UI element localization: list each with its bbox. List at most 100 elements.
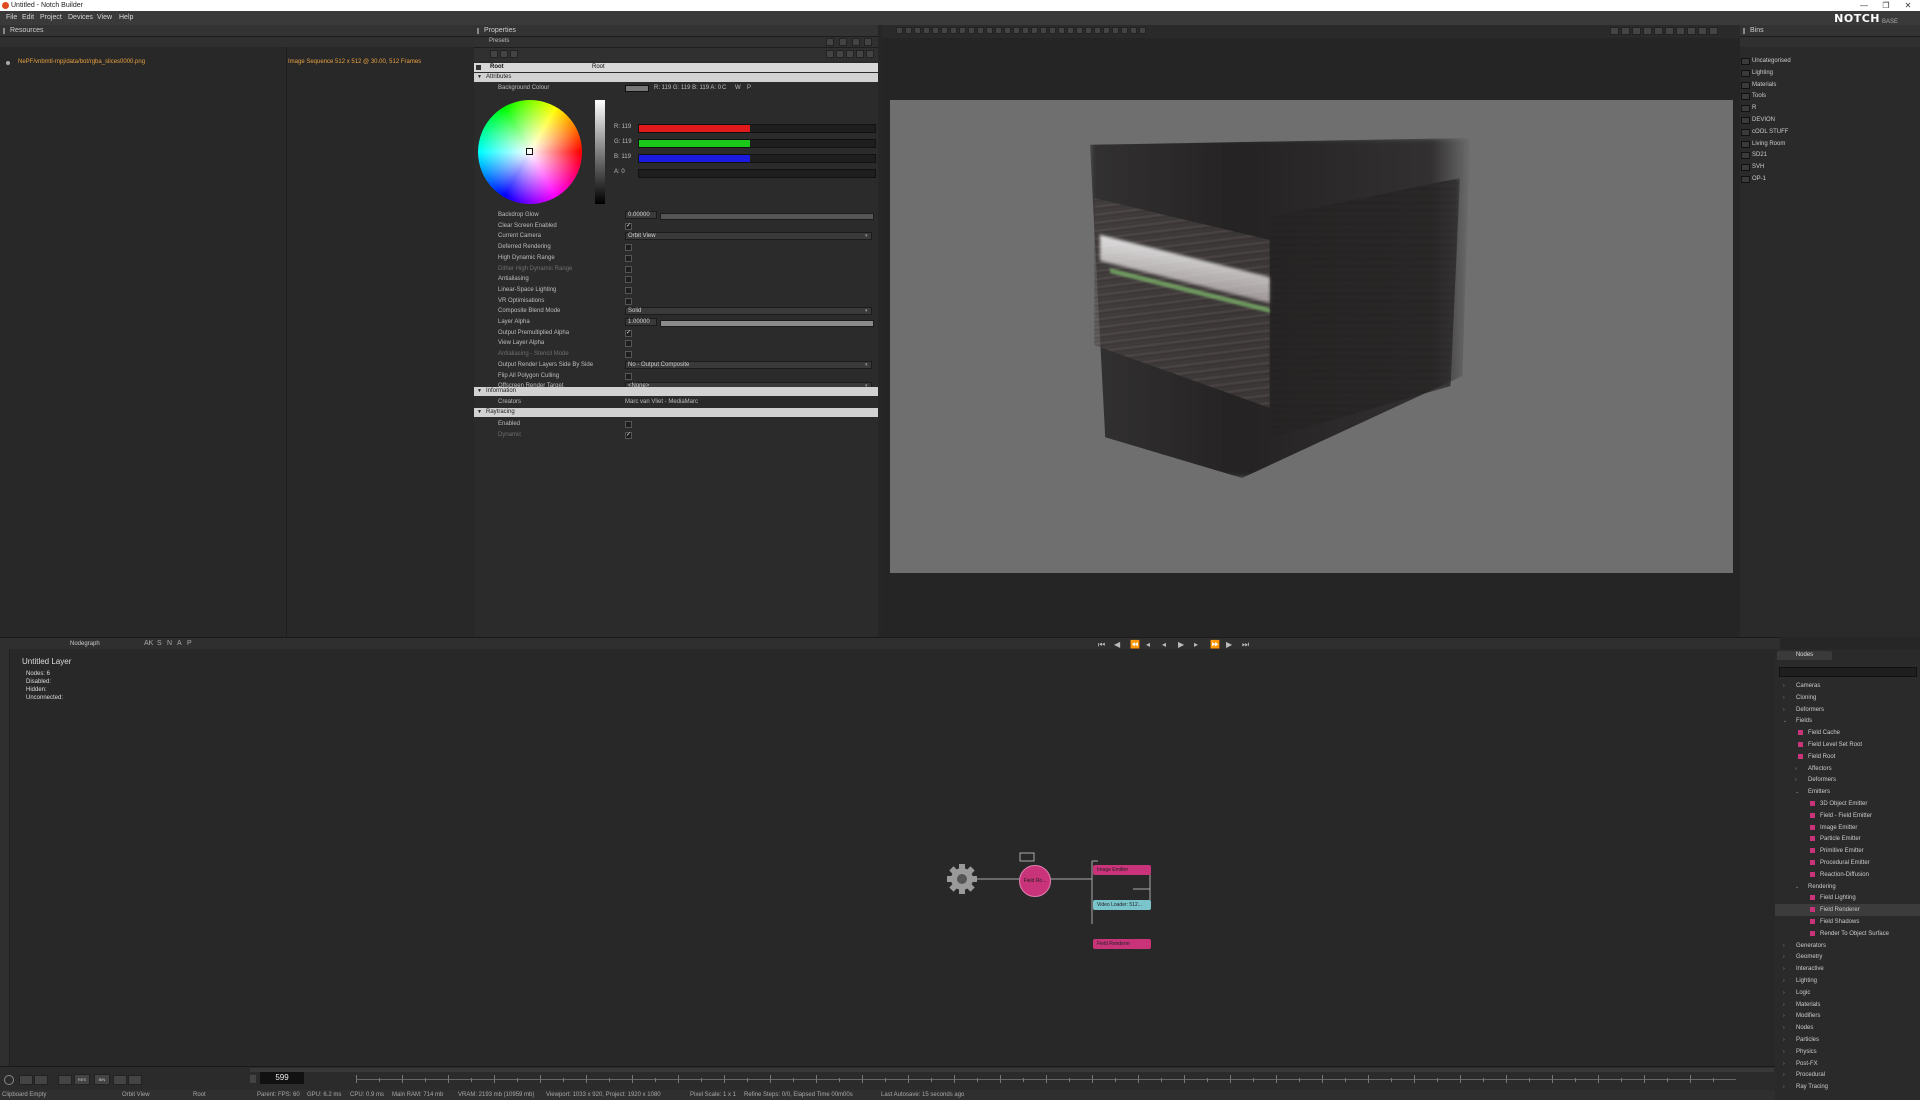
- node-tree-item[interactable]: Field Shadows: [1775, 916, 1920, 928]
- expand-icon[interactable]: ›: [1783, 940, 1785, 952]
- tab-nodes[interactable]: Nodes: [1777, 651, 1832, 660]
- expand-icon[interactable]: ›: [1783, 1046, 1785, 1058]
- nodegraph-canvas[interactable]: Untitled Layer Nodes: 6 Disabled: Hidden…: [0, 649, 1775, 1066]
- viewport-tool-icon[interactable]: [914, 27, 921, 34]
- property-checkbox[interactable]: [625, 221, 632, 231]
- menu-view[interactable]: View: [97, 11, 112, 25]
- timeline-btn-1[interactable]: [19, 1075, 33, 1085]
- nodes-search-input[interactable]: [1779, 667, 1917, 677]
- expand-icon[interactable]: ›: [1783, 692, 1785, 704]
- presets-label[interactable]: Presets: [489, 38, 509, 44]
- bin-item[interactable]: Living Room: [1740, 138, 1785, 150]
- timeline-btn-4[interactable]: [113, 1075, 127, 1085]
- expand-icon[interactable]: ›: [1783, 951, 1785, 963]
- viewport-tool-icon[interactable]: [896, 27, 903, 34]
- brightness-bar[interactable]: [595, 100, 605, 204]
- node-tree-item[interactable]: ⌄ Fields: [1775, 715, 1920, 727]
- colour-btn-p[interactable]: P: [747, 83, 751, 93]
- viewport-option-icon[interactable]: [1654, 27, 1663, 35]
- viewport-tool-icon[interactable]: [1130, 27, 1137, 34]
- node-tree-item[interactable]: Render To Object Surface: [1775, 928, 1920, 940]
- help-icon[interactable]: [866, 50, 874, 58]
- information-section[interactable]: Information: [474, 387, 878, 396]
- viewport-tool-icon[interactable]: [986, 27, 993, 34]
- viewport-option-icon[interactable]: [1698, 27, 1707, 35]
- root-toggle-icon[interactable]: [476, 65, 481, 70]
- node-tree-item[interactable]: › Logic: [1775, 987, 1920, 999]
- property-number-field[interactable]: 1.00000: [625, 318, 657, 326]
- viewport-tool-icon[interactable]: [1094, 27, 1101, 34]
- root-node[interactable]: [946, 863, 978, 895]
- colour-wheel[interactable]: [478, 100, 582, 204]
- node-tree-item[interactable]: Primitive Emitter: [1775, 845, 1920, 857]
- viewport-tool-icon[interactable]: [1067, 27, 1074, 34]
- viewport-tool-icon[interactable]: [1112, 27, 1119, 34]
- viewport[interactable]: [882, 38, 1740, 637]
- property-select[interactable]: Orbit View: [625, 232, 872, 241]
- channel-slider[interactable]: [638, 139, 876, 148]
- channel-slider[interactable]: [638, 154, 876, 163]
- collapse-icon[interactable]: ⌄: [1795, 881, 1799, 893]
- node-tree-item[interactable]: › Physics: [1775, 1046, 1920, 1058]
- record-icon[interactable]: [4, 1075, 14, 1085]
- expand-icon[interactable]: ›: [1783, 999, 1785, 1011]
- bin-item[interactable]: Lighting: [1740, 67, 1773, 79]
- node-tree-item[interactable]: › Cameras: [1775, 680, 1920, 692]
- bin-item[interactable]: SVH: [1740, 161, 1764, 173]
- node-tree-item[interactable]: Field Renderer: [1775, 904, 1920, 917]
- viewport-tool-icon[interactable]: [932, 27, 939, 34]
- node-tree-item[interactable]: Field Cache: [1775, 727, 1920, 739]
- refresh-icon[interactable]: [864, 38, 872, 46]
- res-button[interactable]: RES: [74, 1074, 90, 1085]
- node-tree-item[interactable]: › Particles: [1775, 1034, 1920, 1046]
- filter-icon[interactable]: [490, 50, 498, 58]
- viewport-tool-icon[interactable]: [1076, 27, 1083, 34]
- viewport-option-icon[interactable]: [1632, 27, 1641, 35]
- bin-item[interactable]: Uncategorised: [1741, 55, 1791, 67]
- menu-help[interactable]: Help: [119, 11, 133, 25]
- node-tree-item[interactable]: › Modifiers: [1775, 1010, 1920, 1022]
- node-tree-item[interactable]: Reaction-Diffusion: [1775, 869, 1920, 881]
- node-tree-item[interactable]: › Generators: [1775, 940, 1920, 952]
- pin-icon[interactable]: [826, 38, 834, 46]
- transport-icon[interactable]: ▶: [1226, 640, 1232, 649]
- bin-item[interactable]: R: [1740, 102, 1756, 114]
- timeline-btn-5[interactable]: [128, 1075, 142, 1085]
- menu-devices[interactable]: Devices: [68, 11, 93, 25]
- node-tree-item[interactable]: › Interactive: [1775, 963, 1920, 975]
- node-tree-item[interactable]: › Ray Tracing: [1775, 1081, 1920, 1093]
- expand-icon[interactable]: ›: [1783, 963, 1785, 975]
- video-loader-node[interactable]: Video Loader: 512...: [1093, 900, 1151, 910]
- transport-icon[interactable]: ◂: [1162, 640, 1166, 649]
- expand-icon[interactable]: ›: [1783, 987, 1785, 999]
- viewport-option-icon[interactable]: [1676, 27, 1685, 35]
- field-renderer-node[interactable]: Field Renderer: [1093, 939, 1151, 949]
- raytracing-checkbox[interactable]: [625, 421, 632, 428]
- property-checkbox[interactable]: [625, 340, 632, 348]
- menu-project[interactable]: Project: [40, 11, 62, 25]
- bin-item[interactable]: cOOL STUFF: [1740, 126, 1788, 138]
- image-emitter-node[interactable]: Image Emitter: [1093, 865, 1151, 875]
- bin-item[interactable]: Materials: [1740, 79, 1776, 91]
- viewport-tool-icon[interactable]: [950, 27, 957, 34]
- nodegraph-zoom-controls[interactable]: [1690, 663, 1756, 671]
- timeline-btn-3[interactable]: [58, 1075, 72, 1085]
- node-tree-item[interactable]: ⌄ Rendering: [1775, 881, 1920, 893]
- node-tree-item[interactable]: › Geometry: [1775, 951, 1920, 963]
- attributes-section[interactable]: Attributes: [474, 73, 878, 82]
- viewport-tool-icon[interactable]: [1085, 27, 1092, 34]
- node-tree-item[interactable]: › Procedural: [1775, 1069, 1920, 1081]
- node-tree-item[interactable]: Field Level Set Root: [1775, 739, 1920, 751]
- property-checkbox[interactable]: [625, 372, 632, 380]
- node-tree-item[interactable]: Field Root: [1775, 751, 1920, 763]
- node-tree-item[interactable]: ⌄ Emitters: [1775, 786, 1920, 798]
- colour-btn-c[interactable]: C: [722, 83, 726, 93]
- colour-swatch[interactable]: [625, 85, 649, 92]
- heart-icon[interactable]: [856, 50, 864, 58]
- transport-icon[interactable]: ▸: [1194, 640, 1198, 649]
- viewport-tool-icon[interactable]: [977, 27, 984, 34]
- viewport-option-icon[interactable]: [1665, 27, 1674, 35]
- property-slider[interactable]: [660, 320, 874, 327]
- expand-icon[interactable]: ›: [1783, 1069, 1785, 1081]
- viewport-tool-icon[interactable]: [1049, 27, 1056, 34]
